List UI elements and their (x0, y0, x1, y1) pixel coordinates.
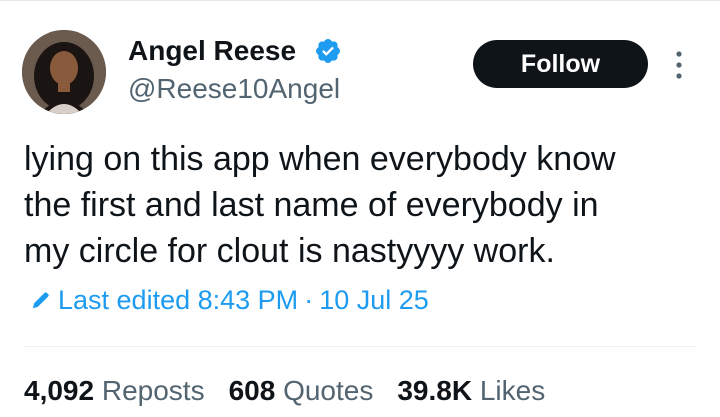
display-name[interactable]: Angel Reese (128, 34, 296, 68)
last-edited-link[interactable]: Last edited 8:43 PM · 10 Jul 25 (30, 283, 429, 317)
avatar[interactable] (22, 30, 106, 114)
reposts-stat[interactable]: 4,092 Reposts (24, 373, 205, 409)
profile-photo-icon (22, 30, 106, 114)
pencil-icon (32, 292, 49, 309)
edit-date: 10 Jul 25 (319, 285, 429, 315)
user-handle[interactable]: @Reese10Angel (128, 72, 340, 106)
reposts-count: 4,092 (24, 375, 95, 406)
edit-prefix: Last edited (58, 285, 191, 315)
reposts-label: Reposts (101, 375, 205, 406)
likes-stat[interactable]: 39.8K Likes (397, 373, 545, 409)
quotes-count: 608 (228, 375, 276, 406)
tweet-text: lying on this app when everybody know th… (24, 136, 704, 274)
quotes-label: Quotes (283, 375, 374, 406)
likes-label: Likes (479, 375, 546, 406)
tweet-line: the first and last name of everybody in (24, 186, 599, 224)
divider (24, 346, 696, 347)
more-vertical-icon[interactable] (673, 49, 685, 81)
quotes-stat[interactable]: 608 Quotes (229, 373, 374, 409)
edit-time: 8:43 PM (197, 285, 299, 315)
follow-button[interactable]: Follow (473, 40, 648, 88)
tweet-line: my circle for clout is nastyyyy work. (24, 232, 555, 270)
edit-separator: · (304, 285, 314, 315)
engagement-stats: 4,092 Reposts 608 Quotes 39.8K Likes (24, 373, 545, 409)
top-border (0, 0, 720, 1)
likes-count: 39.8K (397, 375, 473, 406)
tweet-line: lying on this app when everybody know (24, 140, 616, 178)
verified-badge-icon (316, 39, 340, 63)
